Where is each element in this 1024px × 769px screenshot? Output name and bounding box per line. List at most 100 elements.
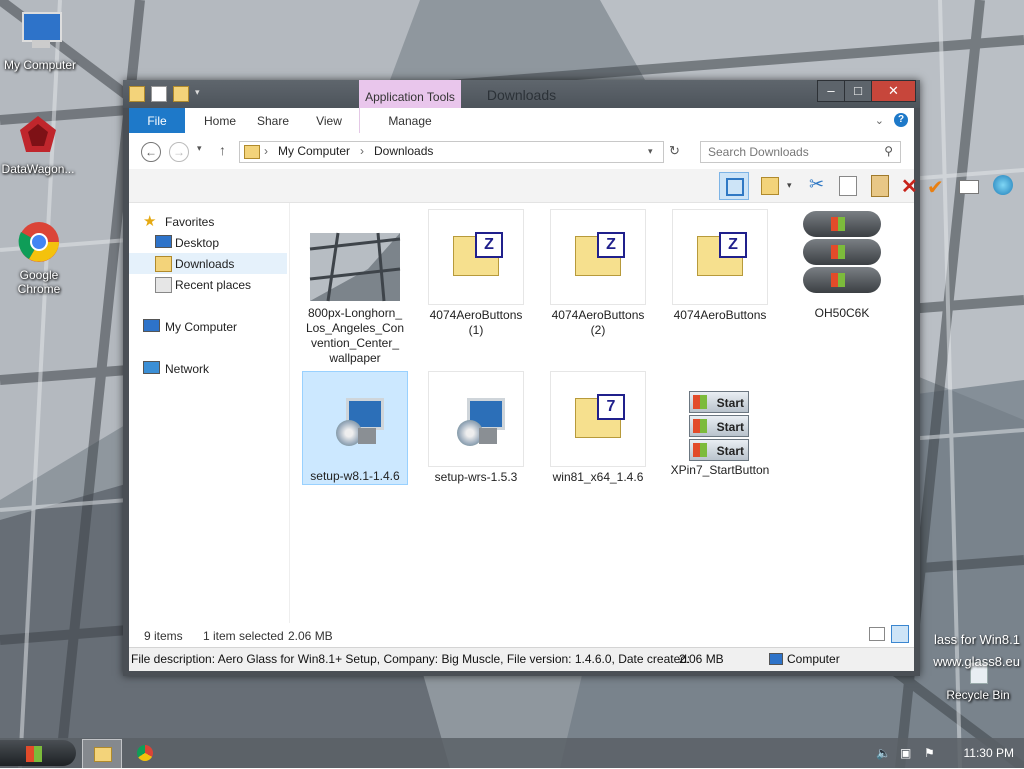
address-bar-row: ← → ▾ ↑ › My Computer › Downloads ▾ ↻ Se… xyxy=(129,133,914,169)
image-thumbnail xyxy=(308,209,402,303)
file-name: 800px-Longhorn_ Los_Angeles_Con vention_… xyxy=(305,306,405,365)
taskbar-file-explorer[interactable] xyxy=(82,739,122,769)
datawagon-icon xyxy=(14,112,62,160)
network-icon[interactable]: ▣ xyxy=(900,746,914,760)
file-item-selected[interactable]: setup-w8.1-1.4.6 xyxy=(302,371,408,485)
paste-icon[interactable] xyxy=(871,175,889,197)
close-button[interactable]: ✕ xyxy=(871,80,916,102)
taskbar-chrome[interactable] xyxy=(126,739,164,767)
tab-separator xyxy=(359,108,360,133)
file-item[interactable]: Z 4074AeroButtons xyxy=(668,209,772,323)
desktop-icon-label: DataWagon... xyxy=(1,162,75,176)
properties-icon[interactable] xyxy=(959,180,979,194)
speaker-muted-icon[interactable]: 🔈 xyxy=(876,746,891,760)
globe-icon[interactable] xyxy=(993,175,1013,195)
refresh-icon[interactable]: ↻ xyxy=(669,143,680,159)
maximize-button[interactable]: □ xyxy=(844,80,872,102)
zip-archive-icon: Z xyxy=(672,209,768,305)
desktop-icon-my-computer[interactable]: My Computer xyxy=(2,8,78,72)
cut-icon[interactable]: ✂ xyxy=(809,174,831,196)
start-buttons-icon: Start Start Start xyxy=(673,371,767,465)
file-name: 4074AeroButtons xyxy=(673,308,767,322)
location-label: Computer xyxy=(787,652,840,666)
search-input[interactable]: Search Downloads ⚲ xyxy=(700,141,901,163)
start-button[interactable] xyxy=(0,740,76,766)
breadcrumb-downloads[interactable]: Downloads xyxy=(374,144,433,158)
minimize-button[interactable]: – xyxy=(817,80,845,102)
desktop-icon-label: My Computer xyxy=(3,58,77,72)
nav-desktop[interactable]: Desktop xyxy=(129,232,287,253)
file-item[interactable]: Z 4074AeroButtons (1) xyxy=(424,209,528,338)
tab-share[interactable]: Share xyxy=(251,108,295,133)
file-item[interactable]: setup-wrs-1.5.3 xyxy=(424,371,528,485)
star-icon: ★ xyxy=(143,213,157,230)
tab-file[interactable]: File xyxy=(129,108,185,133)
watermark-line-1: lass for Win8.1 xyxy=(934,632,1020,647)
copy-icon[interactable] xyxy=(839,176,857,196)
nav-label: Desktop xyxy=(175,236,220,250)
back-button[interactable]: ← xyxy=(141,142,161,162)
chrome-icon xyxy=(137,745,153,761)
nav-network[interactable]: Network xyxy=(129,358,287,379)
nav-label: Favorites xyxy=(165,215,215,229)
forward-button[interactable]: → xyxy=(169,142,189,162)
flag-icon[interactable]: ⚑ xyxy=(924,746,938,760)
windows-logo-icon xyxy=(26,746,42,762)
selection-size: 2.06 MB xyxy=(288,629,333,643)
address-dropdown-icon[interactable]: ▾ xyxy=(648,146,653,157)
select-folder-icon[interactable] xyxy=(761,177,779,195)
expand-ribbon-icon[interactable]: ⌄ xyxy=(875,114,884,127)
breadcrumb-separator-icon: › xyxy=(360,144,364,158)
zip-archive-icon: Z xyxy=(550,209,646,305)
address-field[interactable]: › My Computer › Downloads ▾ xyxy=(239,141,664,163)
item-count: 9 items xyxy=(144,629,183,643)
nav-label: My Computer xyxy=(165,320,238,334)
nav-my-computer[interactable]: My Computer xyxy=(129,316,287,337)
chevron-down-icon[interactable]: ▾ xyxy=(787,180,809,202)
file-item[interactable]: Start Start Start XPin7_StartButton xyxy=(668,371,772,478)
search-icon[interactable]: ⚲ xyxy=(884,144,893,158)
preview-pane-icon[interactable] xyxy=(719,172,749,200)
tab-home[interactable]: Home xyxy=(195,108,245,133)
tab-manage[interactable]: Manage xyxy=(365,108,455,133)
file-name: OH50C6K xyxy=(814,306,870,320)
breadcrumb-my-computer[interactable]: My Computer xyxy=(278,144,350,158)
nav-recent-places[interactable]: Recent places xyxy=(129,274,287,295)
nav-favorites[interactable]: ★ Favorites xyxy=(129,211,287,232)
desktop-icon-label: Google Chrome xyxy=(17,268,61,296)
clock[interactable]: 11:30 PM xyxy=(964,746,1014,760)
7z-archive-icon: 7 xyxy=(550,371,646,467)
file-item[interactable]: Z 4074AeroButtons (2) xyxy=(546,209,650,338)
recent-locations-icon[interactable]: ▾ xyxy=(197,143,202,154)
tab-view[interactable]: View xyxy=(307,108,351,133)
desktop-icon-datawagon[interactable]: DataWagon... xyxy=(0,112,76,176)
watermark-line-2: www.glass8.eu xyxy=(933,654,1020,669)
delete-icon[interactable]: ✕ xyxy=(901,174,923,198)
computer-icon xyxy=(769,653,783,665)
up-arrow-icon[interactable]: ↑ xyxy=(219,142,226,158)
title-bar[interactable]: ▾ Application Tools Downloads – □ ✕ xyxy=(123,80,920,108)
ribbon-controls: ⌄ ? xyxy=(875,113,908,127)
large-icons-view-icon[interactable] xyxy=(891,625,909,643)
nav-label: Downloads xyxy=(175,257,235,271)
rename-check-icon[interactable]: ✔ xyxy=(927,175,944,200)
nav-label: Recent places xyxy=(175,278,252,292)
file-list: 800px-Longhorn_ Los_Angeles_Con vention_… xyxy=(290,203,914,647)
desktop-icon-google-chrome[interactable]: Google Chrome xyxy=(1,218,77,296)
file-item[interactable]: OH50C6K xyxy=(790,209,894,321)
folder-icon xyxy=(244,145,260,159)
file-description: File description: Aero Glass for Win8.1+… xyxy=(131,652,691,666)
file-name: win81_x64_1.4.6 xyxy=(552,470,644,484)
help-icon[interactable]: ? xyxy=(894,113,908,127)
file-size: 2.06 MB xyxy=(679,652,724,666)
details-view-icon[interactable] xyxy=(869,627,885,641)
desktop-icon xyxy=(155,235,172,248)
windows-buttons-icon xyxy=(795,209,889,303)
file-item[interactable]: 800px-Longhorn_ Los_Angeles_Con vention_… xyxy=(303,209,407,366)
selection-count: 1 item selected xyxy=(203,629,284,643)
file-name: 4074AeroButtons (2) xyxy=(551,308,645,337)
nav-downloads[interactable]: Downloads xyxy=(129,253,287,274)
file-name: XPin7_StartButton xyxy=(670,463,770,477)
file-item[interactable]: 7 win81_x64_1.4.6 xyxy=(546,371,650,485)
chrome-icon xyxy=(15,218,63,266)
